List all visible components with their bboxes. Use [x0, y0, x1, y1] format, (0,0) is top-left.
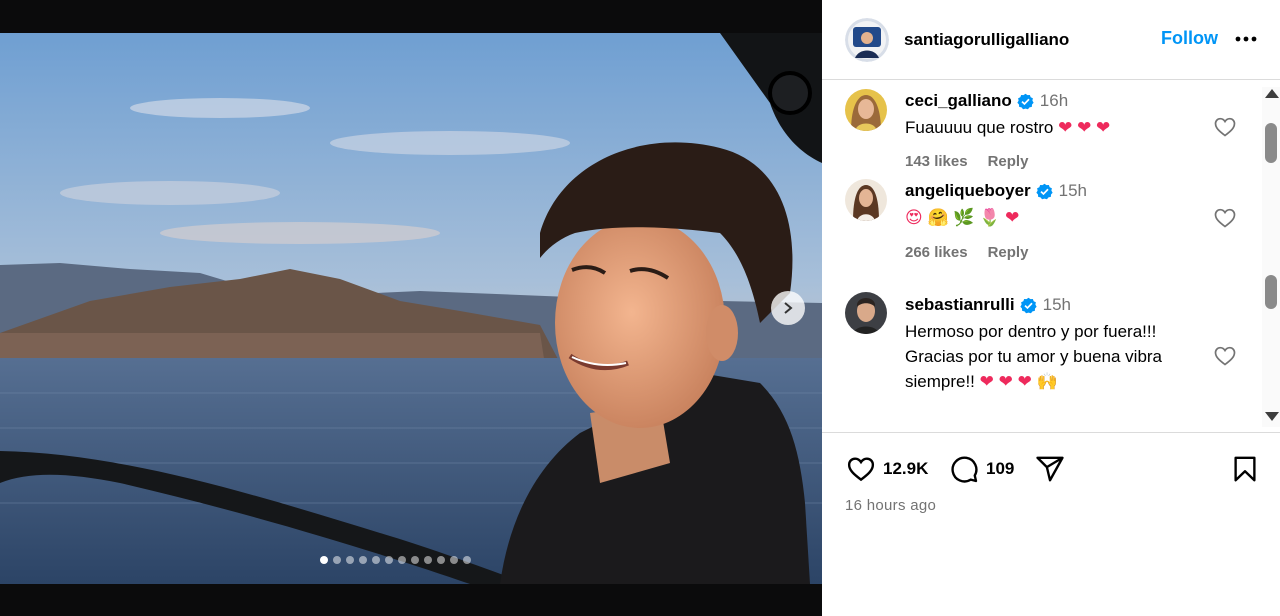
heart-outline-icon: [847, 457, 875, 482]
bookmark-icon: [1234, 456, 1256, 482]
post-actions: 12.9K 109 16 hours ago: [822, 432, 1280, 616]
comment-header: ceci_galliano 16h: [905, 91, 1068, 111]
avatar-image: [845, 292, 887, 334]
more-horizontal-icon: [1235, 36, 1257, 42]
comment-time: 15h: [1042, 295, 1071, 314]
comment-like-icon[interactable]: [1213, 115, 1237, 139]
comment-meta: 143 likes Reply: [905, 153, 1028, 170]
chevron-right-icon: [784, 302, 793, 314]
send-icon: [1036, 456, 1064, 482]
commenter-avatar[interactable]: [845, 89, 887, 131]
verified-badge-icon: [1036, 183, 1053, 199]
carousel-dot[interactable]: [385, 556, 393, 564]
carousel-next-button[interactable]: [771, 291, 805, 325]
post-photo-image: [0, 33, 822, 584]
more-options-button[interactable]: [1233, 26, 1259, 52]
comment-meta: 266 likes Reply: [905, 244, 1028, 261]
carousel-dot[interactable]: [333, 556, 341, 564]
commenter-avatar[interactable]: [845, 179, 887, 221]
comment-username[interactable]: angeliqueboyer: [905, 181, 1031, 201]
comment-button[interactable]: 109: [948, 453, 1014, 485]
carousel-dot[interactable]: [424, 556, 432, 564]
author-avatar[interactable]: [845, 17, 889, 62]
comment-time: 15h: [1058, 181, 1088, 200]
carousel-dot[interactable]: [450, 556, 458, 564]
comment-emoji: ❤ ❤ ❤ 🙌: [979, 372, 1058, 391]
comment-count: 109: [986, 459, 1015, 478]
comment-like-icon[interactable]: [1213, 206, 1237, 230]
comment-body: 😍 🤗 🌿 🌷 ❤: [905, 208, 1020, 227]
share-button[interactable]: [1034, 453, 1066, 485]
comments-list: ceci_galliano 16h Fuauuuu que rostro ❤ ❤…: [822, 81, 1280, 431]
comment-text: 😍 🤗 🌿 🌷 ❤: [905, 205, 1205, 230]
comment-bubble-icon: [951, 456, 978, 483]
follow-button[interactable]: Follow: [1161, 28, 1218, 49]
comment-username[interactable]: ceci_galliano: [905, 91, 1012, 111]
comment-header: sebastianrulli 15h: [905, 295, 1071, 315]
save-button[interactable]: [1230, 453, 1260, 485]
post-timestamp[interactable]: 16 hours ago: [845, 497, 936, 514]
scrollbar-thumb[interactable]: [1265, 275, 1277, 309]
carousel-dot[interactable]: [359, 556, 367, 564]
reply-button[interactable]: Reply: [988, 244, 1029, 261]
comment-likes[interactable]: 266 likes: [905, 244, 968, 261]
scroll-down-arrow-icon[interactable]: [1265, 412, 1279, 421]
comment-username[interactable]: sebastianrulli: [905, 295, 1015, 315]
comment-emoji: ❤ ❤ ❤: [1058, 118, 1111, 137]
carousel-dot[interactable]: [437, 556, 445, 564]
comment-text: Fuauuuu que rostro ❤ ❤ ❤: [905, 115, 1205, 140]
verified-badge-icon: [1017, 93, 1034, 109]
comment-time: 16h: [1039, 91, 1069, 110]
verified-badge-icon: [1019, 297, 1037, 313]
like-button[interactable]: 12.9K: [845, 453, 928, 485]
post-panel: santiagorulligalliano Follow ceci_gallia…: [822, 0, 1280, 616]
comment-header: angeliqueboyer 15h: [905, 181, 1087, 201]
comment-like-icon[interactable]: [1213, 344, 1237, 368]
scrollbar-thumb[interactable]: [1265, 123, 1277, 163]
post-header: santiagorulligalliano Follow: [822, 0, 1280, 80]
reply-button[interactable]: Reply: [988, 153, 1029, 170]
carousel-dot[interactable]: [398, 556, 406, 564]
carousel-dot[interactable]: [372, 556, 380, 564]
comments-scrollbar[interactable]: [1262, 87, 1280, 427]
carousel-dot[interactable]: [320, 556, 328, 564]
avatar-image: [845, 89, 887, 131]
comment-text: Hermoso por dentro y por fuera!!! Gracia…: [905, 319, 1205, 394]
carousel-dot[interactable]: [411, 556, 419, 564]
like-count: 12.9K: [883, 459, 929, 478]
post-media: [0, 0, 822, 616]
carousel-dot[interactable]: [346, 556, 354, 564]
comment-body: Fuauuuu que rostro: [905, 118, 1054, 137]
avatar-image: [845, 17, 889, 62]
scroll-up-arrow-icon[interactable]: [1265, 89, 1279, 98]
avatar-image: [845, 179, 887, 221]
post-photo[interactable]: [0, 33, 822, 584]
comment-likes[interactable]: 143 likes: [905, 153, 968, 170]
carousel-dot[interactable]: [463, 556, 471, 564]
author-username[interactable]: santiagorulligalliano: [904, 30, 1069, 50]
commenter-avatar[interactable]: [845, 292, 887, 334]
